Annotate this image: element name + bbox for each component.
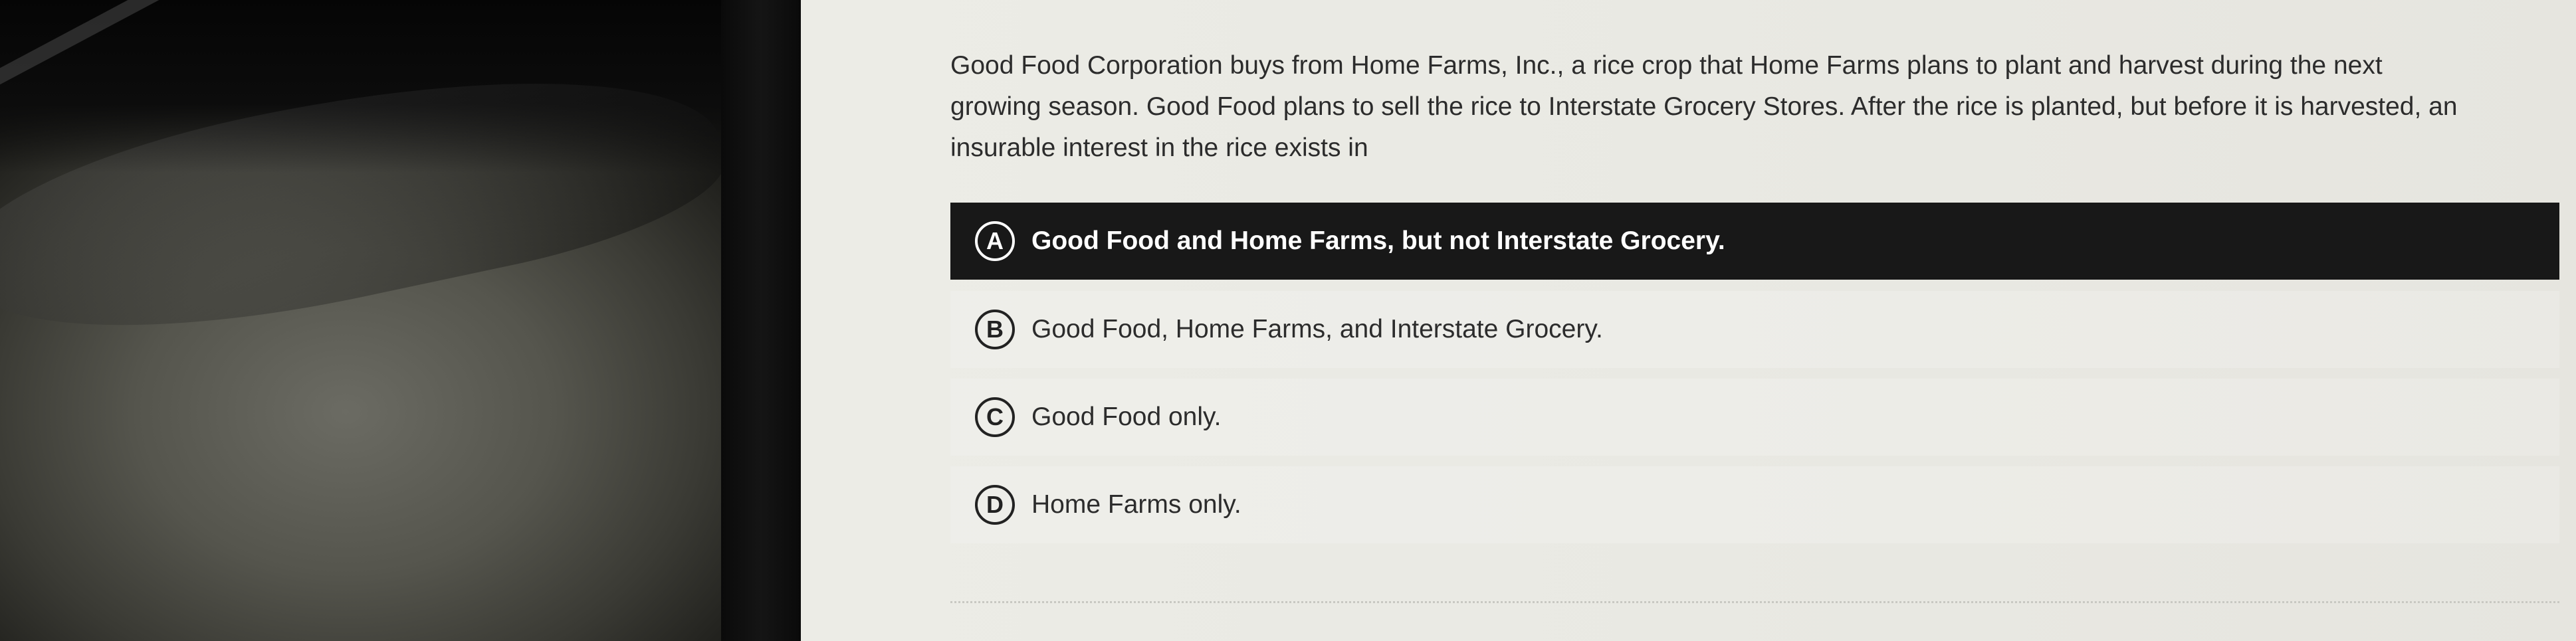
question-line-3: insurable interest in the rice exists in [950,134,1368,162]
option-letter-badge: C [975,397,1015,437]
answer-option-a[interactable]: A Good Food and Home Farms, but not Inte… [950,203,2559,280]
section-divider [950,601,2559,603]
answer-option-b[interactable]: B Good Food, Home Farms, and Interstate … [950,291,2559,368]
question-text: Good Food Corporation buys from Home Far… [950,45,2559,169]
option-label: Good Food and Home Farms, but not Inters… [1031,227,1725,255]
option-label: Good Food, Home Farms, and Interstate Gr… [1031,315,1603,343]
monitor-bezel [721,0,801,641]
option-label: Home Farms only. [1031,490,1241,519]
option-letter-badge: A [975,221,1015,261]
option-letter-badge: B [975,310,1015,349]
question-line-1: Good Food Corporation buys from Home Far… [950,51,2383,80]
answer-option-d[interactable]: D Home Farms only. [950,466,2559,543]
quiz-screen: Good Food Corporation buys from Home Far… [801,0,2576,641]
option-letter-badge: D [975,485,1015,525]
question-line-2: growing season. Good Food plans to sell … [950,92,2458,121]
background-photo [0,0,721,641]
option-label: Good Food only. [1031,403,1222,431]
answer-option-c[interactable]: C Good Food only. [950,379,2559,456]
